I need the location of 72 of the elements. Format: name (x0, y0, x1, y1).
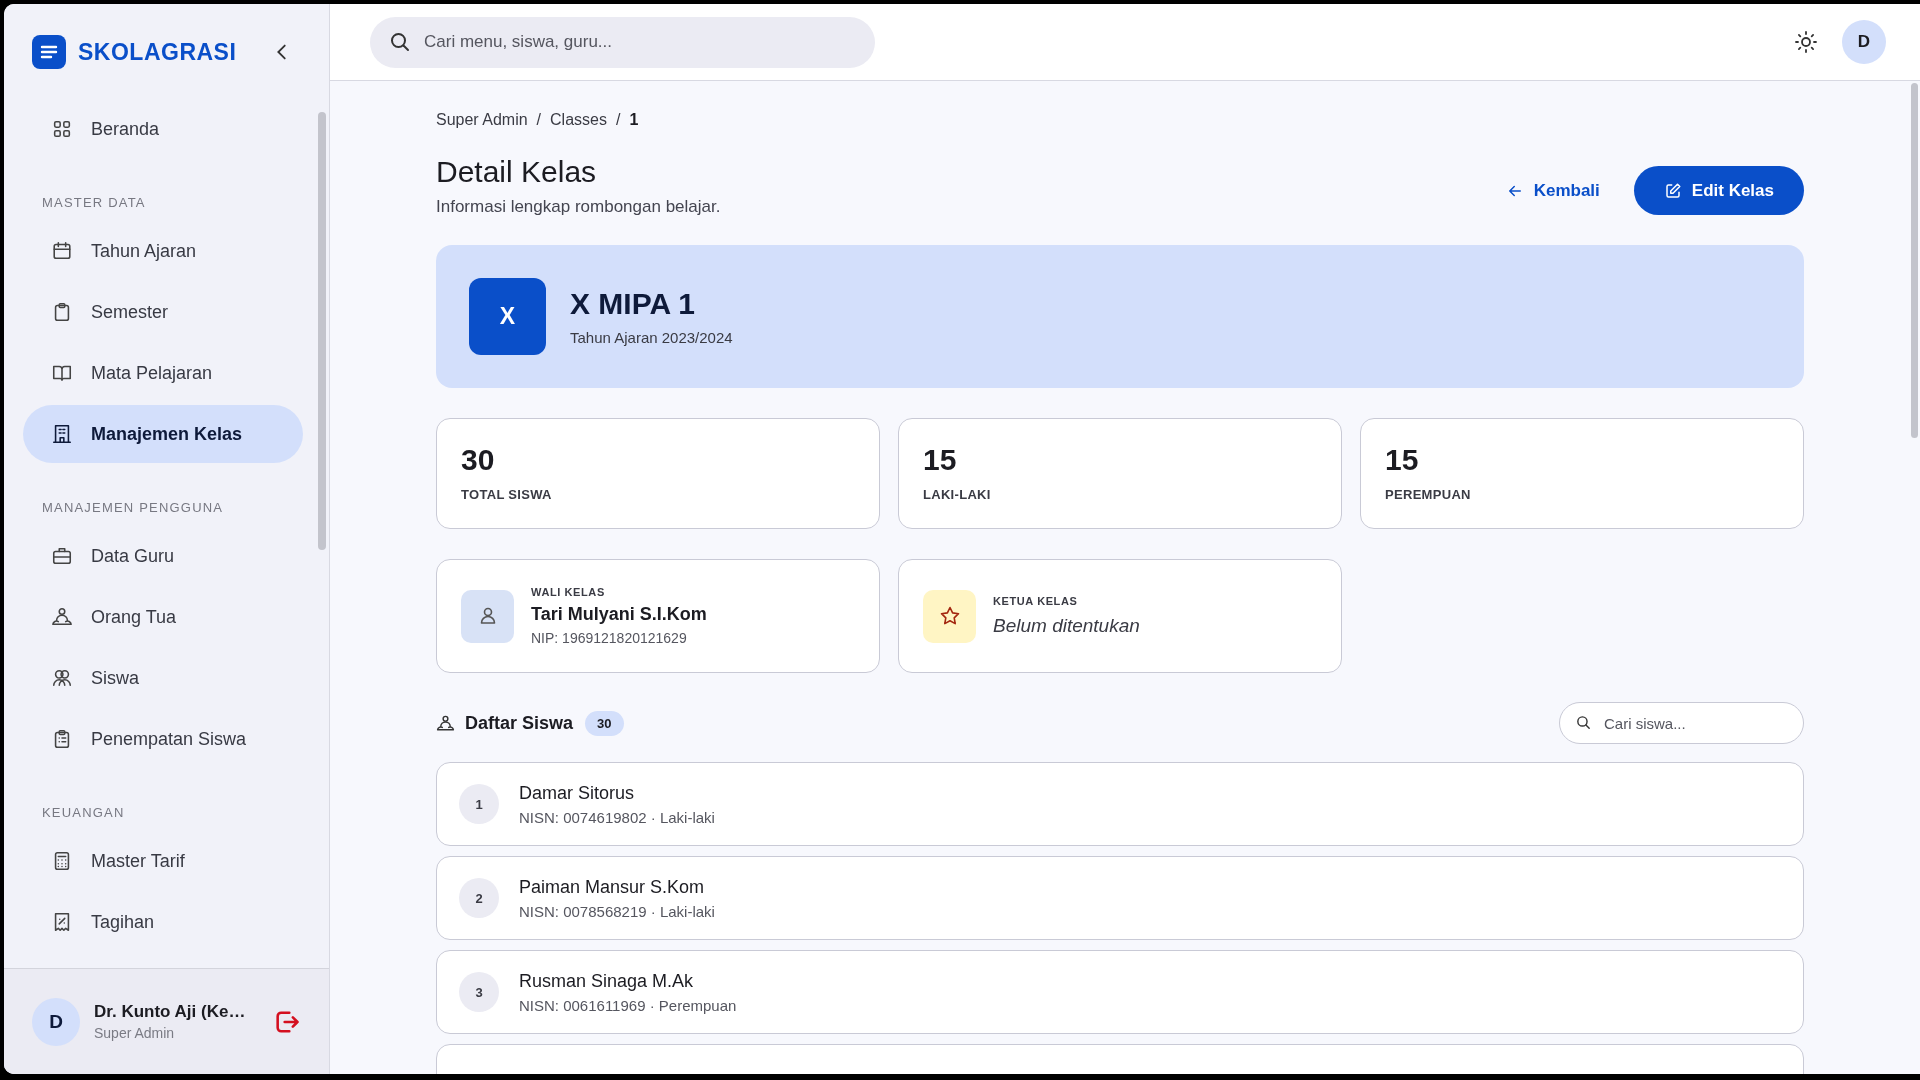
teacher-name: Tari Mulyani S.I.Kom (531, 604, 707, 625)
briefcase-icon (51, 545, 73, 567)
search-field[interactable]: Cari menu, siswa, guru... (370, 16, 875, 68)
stat-label: TOTAL SISWA (461, 487, 553, 502)
teacher-nip: NIP: 1969121820121629 (531, 630, 688, 646)
grid-icon (51, 118, 73, 140)
row-number: 3 (459, 972, 499, 1012)
count-badge: 30 (585, 710, 624, 736)
student-row[interactable]: 1 Damar Sitorus NISN: 0074619802 · Laki-laki (436, 762, 1804, 846)
student-name: Rusman Sinaga M.Ak (519, 970, 695, 992)
academic-year: Tahun Ajaran 2023/2024 (570, 329, 733, 346)
user-avatar[interactable]: D (1842, 20, 1886, 64)
breadcrumb-separator: / (536, 111, 542, 129)
sidebar-item[interactable]: Penempatan Siswa (23, 710, 303, 768)
class-badge: X (469, 278, 546, 355)
row-number: 1 (459, 784, 499, 824)
stat-value: 30 (461, 443, 496, 477)
class-leader-value: Belum ditentukan (993, 615, 1140, 637)
sidebar-item[interactable]: Orang Tua (23, 588, 303, 646)
sidebar-item[interactable]: Semester (23, 283, 303, 341)
section-heading: MASTER DATA (41, 194, 147, 212)
person-icon (461, 589, 514, 643)
user-avatar: D (32, 997, 80, 1046)
page-title: Detail Kelas (436, 155, 598, 189)
scrollbar[interactable] (318, 112, 326, 550)
breadcrumb-separator: / (615, 111, 621, 129)
group-icon (436, 713, 455, 733)
student-row[interactable]: 3 Rusman Sinaga M.Ak NISN: 0061611969 · Perempuan (436, 950, 1804, 1034)
card-label: WALI KELAS (531, 586, 606, 598)
sidebar-item[interactable]: Master Tarif (23, 832, 303, 890)
stat-value: 15 (923, 443, 958, 477)
student-detail: NISN: 0078568219 · Laki-laki (519, 902, 715, 920)
page-subtitle: Informasi lengkap rombongan belajar. (436, 197, 721, 217)
class-name: X MIPA 1 (570, 287, 697, 321)
user-name: Dr. Kunto Aji (Ke… (94, 1002, 247, 1022)
student-detail: NISN: 0061611969 · Perempuan (519, 996, 737, 1014)
breadcrumb-item[interactable]: Classes (550, 111, 607, 129)
student-search-field[interactable]: Cari siswa... (1559, 702, 1804, 744)
stat-label: PEREMPUAN (1385, 487, 1472, 502)
menu-icon[interactable] (32, 35, 66, 69)
sun-icon[interactable] (1794, 30, 1818, 54)
sidebar-item[interactable]: Tagihan (23, 893, 303, 951)
users-icon (51, 667, 73, 689)
student-name: Paiman Mansur S.Kom (519, 876, 706, 898)
row-number: 2 (459, 878, 499, 918)
breadcrumb-item[interactable]: Super Admin (436, 111, 528, 129)
card-label: KETUA KELAS (993, 595, 1079, 607)
search-icon (1575, 714, 1592, 731)
calendar-icon (51, 240, 73, 262)
scrollbar[interactable] (1911, 83, 1918, 438)
sidebar-item[interactable]: Data Guru (23, 527, 303, 585)
app-name: SKOLAGRASI (78, 38, 238, 66)
back-link[interactable]: Kembali (1505, 180, 1600, 201)
sidebar-item[interactable]: Mata Pelajaran (23, 344, 303, 402)
student-name: Damar Sitorus (519, 782, 636, 804)
section-heading: MANAJEMEN PENGGUNA (41, 499, 225, 517)
sidebar-item[interactable]: Siswa (23, 649, 303, 707)
sidebar-item[interactable]: Beranda (23, 100, 303, 158)
section-heading: KEUANGAN (41, 804, 126, 822)
sidebar-item[interactable]: Tahun Ajaran (23, 222, 303, 280)
group-icon (51, 606, 73, 628)
student-detail: NISN: 0074619802 · Laki-laki (519, 808, 715, 826)
stat-value: 15 (1385, 443, 1420, 477)
user-role: Super Admin (94, 1025, 176, 1041)
edit-button[interactable]: Edit Kelas (1633, 166, 1804, 215)
breadcrumb-item: 1 (629, 111, 639, 129)
student-row[interactable]: 2 Paiman Mansur S.Kom NISN: 0078568219 · Laki-laki (436, 856, 1804, 940)
building-icon (51, 423, 73, 445)
edit-icon (1663, 181, 1682, 200)
stat-label: LAKI-LAKI (923, 487, 992, 502)
section-title: Daftar Siswa (465, 712, 574, 734)
sidebar-item[interactable]: Manajemen Kelas (23, 405, 303, 463)
